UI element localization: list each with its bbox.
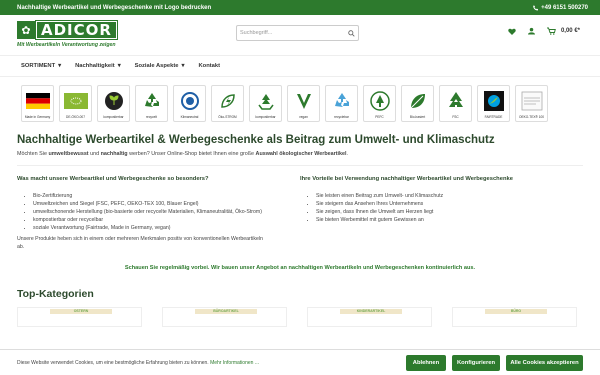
nav-item-sortiment[interactable]: SORTIMENT ▾	[21, 63, 61, 69]
climate-neutral-icon	[178, 89, 202, 113]
green-power-icon	[216, 89, 240, 113]
vegan-v-icon	[292, 89, 316, 113]
badge-pefc[interactable]: PEFC	[363, 85, 396, 122]
list-item: Sie bieten Werbemittel mit gutem Gewisse…	[316, 216, 583, 224]
top-categories: OSTERN BÜROARTIKEL KINDERARTIKEL BÜRO	[0, 306, 600, 327]
eu-organic-leaf-icon	[63, 89, 88, 113]
header-actions: 0,00 €*	[508, 27, 580, 35]
nav-item-soziale-aspekte[interactable]: Soziale Aspekte ▾	[135, 63, 185, 69]
chevron-down-icon: ▾	[58, 63, 62, 69]
search-placeholder: Suchbegriff...	[240, 30, 273, 36]
logo-mark-icon: ✿	[17, 21, 35, 39]
list-item: umweltschonende Herstellung (bio-basiert…	[33, 208, 300, 216]
list-item: Sie leisten einen Beitrag zum Umwelt- un…	[316, 192, 583, 200]
badge-vegan[interactable]: vegan	[287, 85, 320, 122]
badge-bio-basiert[interactable]: Bio-basiert	[401, 85, 434, 122]
badge-klimaneutral[interactable]: Klimaneutral	[173, 85, 206, 122]
phone-number: +49 6151 500270	[541, 4, 588, 11]
pefc-icon	[368, 89, 392, 113]
list-item: Bio-Zertifizierung	[33, 192, 300, 200]
page-title: Nachhaltige Werbeartikel & Werbegeschenk…	[17, 134, 495, 146]
badge-fsc[interactable]: FSC	[439, 85, 472, 122]
cookie-text: Diese Website verwendet Cookies, um eine…	[17, 359, 259, 366]
cart-icon	[546, 27, 556, 35]
category-tag: OSTERN	[50, 308, 112, 314]
benefits-list: Sie leisten einen Beitrag zum Umwelt- un…	[300, 192, 583, 224]
badge-made-in-germany[interactable]: Made in Germany	[21, 85, 54, 122]
category-tag: KINDERARTIKEL	[340, 308, 402, 314]
cookie-more-info-link[interactable]: Mehr Informationen ...	[210, 360, 259, 366]
features-outro: Unsere Produkte heben sich in einem oder…	[17, 236, 263, 251]
update-note: Schauen Sie regelmäßig vorbei. Wir bauen…	[124, 264, 476, 271]
badge-kompostierbar-1[interactable]: kompostierbar	[97, 85, 130, 122]
category-card[interactable]: KINDERARTIKEL	[307, 306, 432, 327]
features-column: Was macht unsere Werbeartikel und Werbeg…	[17, 176, 300, 252]
list-item: Sie steigern das Ansehen Ihres Unternehm…	[316, 200, 583, 208]
german-flag-icon	[25, 89, 50, 113]
nav-item-nachhaltigkeit[interactable]: Nachhaltigkeit ▾	[75, 63, 121, 69]
user-icon[interactable]	[527, 27, 535, 35]
badge-oeko-strom[interactable]: Öko-STROM	[211, 85, 244, 122]
category-tag: BÜROARTIKEL	[195, 308, 257, 314]
fsc-tree-icon	[444, 89, 468, 113]
category-card[interactable]: BÜRO	[452, 306, 577, 327]
category-card[interactable]: BÜROARTIKEL	[162, 306, 287, 327]
nav-item-kontakt[interactable]: Kontakt	[198, 63, 220, 69]
top-bar-tagline: Nachhaltige Werbeartikel und Werbegesche…	[17, 4, 212, 11]
hero: Nachhaltige Werbeartikel & Werbegeschenk…	[0, 134, 600, 157]
list-item: Umweltzeichen und Siegel (FSC, PEFC, OEK…	[33, 200, 300, 208]
compost-icon	[254, 89, 278, 113]
category-tag: BÜRO	[485, 308, 547, 314]
cart-total: 0,00 €*	[560, 28, 580, 34]
badge-oeko-tex[interactable]: OEKO-TEX® 100	[515, 85, 548, 122]
header: ✿ ADICOR Mit Werbeartikeln Verantwortung…	[0, 15, 600, 55]
hero-intro: Möchten Sie umweltbewusst und nachhaltig…	[17, 151, 349, 157]
list-item: Sie zeigen, dass Ihnen die Umwelt am Her…	[316, 208, 583, 216]
list-item: kompostierbar oder recycelbar	[33, 216, 300, 224]
chevron-down-icon: ▾	[117, 63, 121, 69]
certification-badges: Made in Germany DE-ÖKO-007 kompostierbar…	[0, 85, 600, 122]
chevron-down-icon: ▾	[181, 63, 185, 69]
features-heading: Was macht unsere Werbeartikel und Werbeg…	[17, 176, 209, 182]
badge-fairtrade[interactable]: FAIRTRADE	[477, 85, 510, 122]
category-card[interactable]: OSTERN	[17, 306, 142, 327]
search-input[interactable]: Suchbegriff...	[236, 25, 359, 41]
fairtrade-icon	[482, 89, 506, 113]
cookie-configure-button[interactable]: Konfigurieren	[452, 354, 500, 371]
badge-recycelt[interactable]: recycelt	[135, 85, 168, 122]
seedling-icon	[102, 89, 126, 113]
recycle-blue-icon	[330, 89, 354, 113]
cart-button[interactable]: 0,00 €*	[546, 27, 580, 35]
phone-link[interactable]: +49 6151 500270	[532, 5, 588, 11]
cookie-decline-button[interactable]: Ablehnen	[406, 354, 446, 371]
features-list: Bio-Zertifizierung Umweltzeichen und Sie…	[17, 192, 300, 232]
cookie-banner: Diese Website verwendet Cookies, um eine…	[0, 349, 600, 375]
logo[interactable]: ✿ ADICOR Mit Werbeartikeln Verantwortung…	[17, 20, 142, 50]
top-bar: Nachhaltige Werbeartikel und Werbegesche…	[0, 0, 600, 15]
logo-text: ADICOR	[35, 20, 118, 40]
benefits-column: Ihre Vorteile bei Verwendung nachhaltige…	[300, 176, 583, 252]
oeko-tex-icon	[520, 89, 544, 113]
badge-kompostierbar-2[interactable]: kompostierbar	[249, 85, 282, 122]
heart-icon[interactable]	[508, 28, 516, 35]
phone-icon	[533, 5, 539, 10]
top-categories-heading: Top-Kategorien	[17, 287, 94, 300]
recycle-icon	[140, 89, 164, 113]
benefits-heading: Ihre Vorteile bei Verwendung nachhaltige…	[300, 176, 513, 182]
divider	[17, 165, 583, 166]
info-columns: Was macht unsere Werbeartikel und Werbeg…	[0, 176, 600, 252]
logo-tagline: Mit Werbeartikeln Verantwortung zeigen	[17, 42, 116, 48]
badge-eu-organic[interactable]: DE-ÖKO-007	[59, 85, 92, 122]
list-item: soziale Verantwortung (Fairtrade, Made i…	[33, 224, 300, 232]
main-nav: SORTIMENT ▾ Nachhaltigkeit ▾ Soziale Aspek…	[0, 55, 600, 77]
search-icon[interactable]	[348, 29, 355, 37]
leaf-icon	[406, 89, 430, 113]
badge-recyclebar[interactable]: recyclebar	[325, 85, 358, 122]
cookie-accept-all-button[interactable]: Alle Cookies akzeptieren	[506, 354, 583, 371]
